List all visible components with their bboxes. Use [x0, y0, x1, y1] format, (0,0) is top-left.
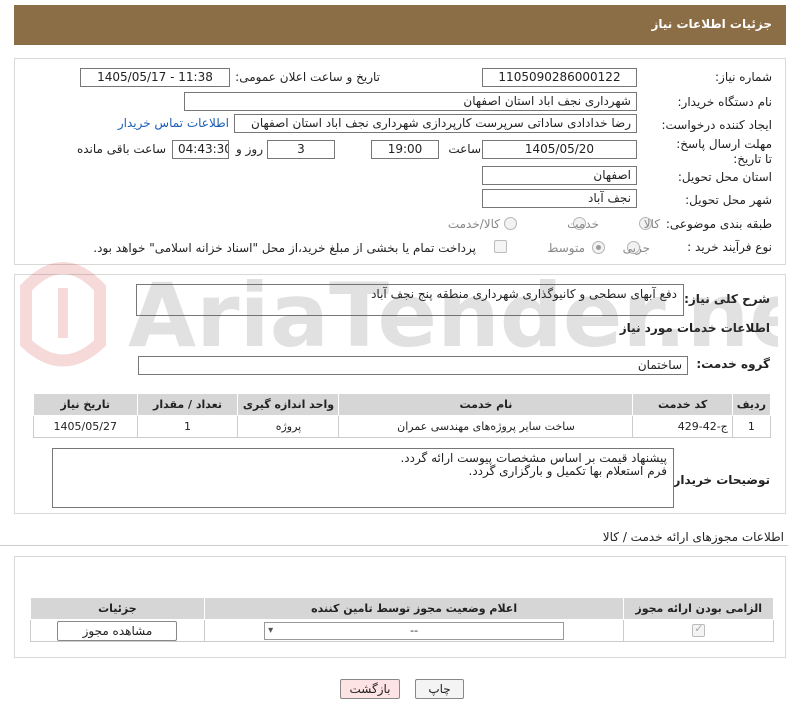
- need-number-field[interactable]: 1105090286000122: [482, 68, 637, 87]
- check-icon: ✓: [694, 622, 704, 636]
- table-row: 1 ج-42-429 ساخت سایر پروژه‌های مهندسی عم…: [33, 415, 772, 438]
- cell-service-name: ساخت سایر پروژه‌های مهندسی عمران: [338, 415, 634, 438]
- licenses-table-header: الزامی بودن ارائه مجوز اعلام وضعیت مجوز …: [30, 597, 774, 620]
- col-service-name: نام خدمت: [338, 393, 634, 416]
- need-number-label: شماره نیاز:: [715, 70, 772, 84]
- time-remaining-label: ساعت باقی مانده: [76, 142, 166, 156]
- licenses-table: الزامی بودن ارائه مجوز اعلام وضعیت مجوز …: [30, 597, 774, 642]
- licenses-divider: [0, 545, 788, 546]
- time-remaining-field[interactable]: 04:43:30: [172, 140, 229, 159]
- need-info-panel: [14, 58, 786, 265]
- license-details-cell: مشاهده مجوز: [30, 619, 205, 642]
- announce-datetime-field[interactable]: 1405/05/17 - 11:38: [80, 68, 230, 87]
- col-unit: واحد اندازه گیری: [237, 393, 340, 416]
- view-license-button[interactable]: مشاهده مجوز: [57, 620, 178, 641]
- treasury-note: پرداخت تمام یا بخشی از مبلغ خرید،از محل …: [93, 241, 476, 255]
- category-label: طبقه بندی موضوعی:: [665, 217, 772, 231]
- deadline-time-field[interactable]: 19:00: [371, 140, 439, 159]
- cell-service-code: ج-42-429: [632, 415, 733, 438]
- category-option-service: خدمت: [567, 217, 599, 231]
- buyer-notes-label: توضیحات خریدار:: [668, 473, 770, 487]
- treasury-checkbox[interactable]: [494, 240, 507, 253]
- licenses-section-title: اطلاعات مجوزهای ارائه خدمت / کالا: [602, 530, 784, 544]
- days-label: روز و: [236, 142, 263, 156]
- col-service-code: کد خدمت: [632, 393, 733, 416]
- buyer-notes-line-2: فرم استعلام بها تکمیل و بارگزاری گردد.: [468, 464, 667, 478]
- cell-unit: پروژه: [237, 415, 340, 438]
- category-option-goods-service: کالا/خدمت: [447, 217, 500, 231]
- license-status-value: --: [410, 623, 419, 637]
- page-title: جزئیات اطلاعات نیاز: [651, 17, 772, 31]
- services-table: ردیف کد خدمت نام خدمت واحد اندازه گیری ت…: [33, 393, 772, 438]
- col-quantity: تعداد / مقدار: [136, 393, 239, 416]
- city-label: شهر محل تحویل:: [685, 193, 772, 207]
- deadline-label: مهلت ارسال پاسخ: تا تاریخ:: [676, 137, 772, 166]
- col-need-date: تاریخ نیاز: [33, 393, 138, 416]
- license-required-checkbox[interactable]: ✓: [692, 622, 706, 638]
- days-remaining-field[interactable]: 3: [267, 140, 335, 159]
- deadline-date-field[interactable]: 1405/05/20: [482, 140, 637, 159]
- announce-datetime-label: تاریخ و ساعت اعلان عمومی:: [235, 70, 380, 84]
- cell-row: 1: [731, 415, 772, 438]
- category-radio-goods-service[interactable]: [504, 217, 517, 230]
- province-field[interactable]: اصفهان: [482, 166, 637, 185]
- services-table-header: ردیف کد خدمت نام خدمت واحد اندازه گیری ت…: [33, 393, 772, 416]
- creator-field[interactable]: رضا خدادادی ساداتی سرپرست کارپردازی شهرد…: [234, 114, 637, 133]
- service-group-field[interactable]: ساختمان: [138, 356, 688, 375]
- creator-label: ایجاد کننده درخواست:: [661, 118, 772, 132]
- page-header: جزئیات اطلاعات نیاز: [14, 5, 786, 45]
- purchase-type-radio-medium[interactable]: [592, 241, 605, 254]
- summary-field[interactable]: دفع آبهای سطحی و کانیوگذاری شهرداری منطق…: [136, 284, 684, 316]
- city-field[interactable]: نجف آباد: [482, 189, 637, 208]
- purchase-type-option-medium: متوسط: [547, 241, 585, 255]
- buyer-notes-field[interactable]: پیشنهاد قیمت بر اساس مشخصات پیوست ارائه …: [52, 448, 674, 508]
- province-label: استان محل تحویل:: [677, 170, 772, 184]
- license-status-select[interactable]: -- ▾: [264, 621, 565, 640]
- buyer-org-label: نام دستگاه خریدار:: [677, 95, 773, 109]
- back-button[interactable]: بازگشت: [340, 679, 400, 699]
- license-status-cell: -- ▾: [203, 619, 625, 642]
- cell-need-date: 1405/05/27: [33, 415, 138, 438]
- chevron-down-icon: ▾: [268, 624, 274, 636]
- buyer-contact-link[interactable]: اطلاعات تماس خریدار: [118, 116, 229, 130]
- print-button[interactable]: چاپ: [415, 679, 464, 699]
- col-row: ردیف: [731, 393, 772, 416]
- service-group-label: گروه خدمت:: [696, 357, 770, 371]
- col-license-required: الزامی بودن ارائه مجوز: [623, 597, 774, 620]
- category-option-goods: کالا: [643, 217, 660, 231]
- buyer-org-field[interactable]: شهرداری نجف اباد استان اصفهان: [184, 92, 637, 111]
- purchase-type-label: نوع فرآیند خرید :: [687, 240, 772, 254]
- cell-quantity: 1: [136, 415, 239, 438]
- license-row: ✓ -- ▾ مشاهده مجوز: [30, 619, 774, 642]
- license-required-cell: ✓: [623, 619, 774, 642]
- deadline-time-label: ساعت: [448, 142, 481, 156]
- services-section-title: اطلاعات خدمات مورد نیاز: [619, 321, 770, 335]
- col-license-status: اعلام وضعیت مجوز توسط تامین کننده: [203, 597, 625, 620]
- purchase-type-option-minor: جزیی: [622, 241, 650, 255]
- summary-label: شرح کلی نیاز:: [684, 292, 770, 306]
- col-license-details: جزئیات: [30, 597, 205, 620]
